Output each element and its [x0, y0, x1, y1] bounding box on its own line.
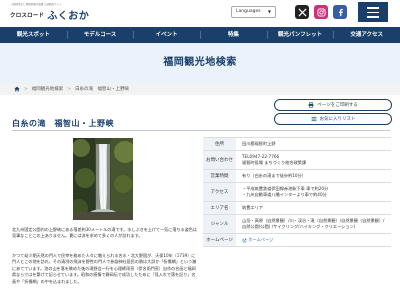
print-button-label: ページをご印刷する: [317, 103, 358, 108]
logo-brand-sub: クロスロード: [10, 12, 45, 19]
printer-icon: [308, 102, 314, 108]
info-row-address: 住所 田川郡福智町上野: [203, 138, 391, 151]
chevron-down-icon: ▼: [267, 9, 271, 14]
info-key: アクセス: [203, 183, 236, 201]
menu-icon-bar: [367, 16, 379, 18]
menu-icon: [367, 7, 379, 9]
info-row-genre: ジャンル 山岳・高原（自然景観）/川・渓谷・滝（自然景観）/自然景観（自然景観）…: [203, 215, 391, 234]
description-paragraph-1: 北九州国定公園内の上野峡にある落差約30メートルの滝です。水しぶきを上げて一気に…: [12, 227, 197, 239]
info-row-access: アクセス ・平成筑豊鉄道伊田線赤池駅下車 車で約20分 ・九州自動車道八幡インタ…: [203, 183, 391, 202]
site-header: 一般財団法人 福岡県観光連盟 公式観光サイト クロスロード ふくおか Langu…: [0, 0, 400, 24]
nav-item-model-course[interactable]: モデルコース: [66, 27, 134, 43]
breadcrumb-separator: >: [67, 86, 72, 92]
breadcrumb-item-search[interactable]: 福岡観光地検索: [32, 86, 64, 92]
info-value: 田川郡福智町上野: [242, 141, 276, 146]
info-key: お問い合わせ: [203, 151, 236, 169]
info-key: 住所: [203, 138, 236, 150]
nav-item-spots[interactable]: 観光スポット: [0, 27, 67, 43]
nav-item-events[interactable]: イベント: [133, 27, 200, 43]
info-key: エリア名: [203, 202, 236, 214]
x-social-button[interactable]: [295, 5, 309, 19]
list-icon: [311, 116, 316, 122]
banner-title: 福岡観光地検索: [163, 57, 237, 68]
waterfall-image: [73, 138, 133, 220]
external-link-icon: [242, 238, 247, 242]
homepage-link-label: ホームページ: [248, 237, 274, 242]
instagram-social-button[interactable]: [314, 5, 328, 19]
breadcrumb-item-current: 白糸の滝 福智山・上野峡: [75, 87, 130, 92]
x-logo-icon: [297, 7, 307, 17]
print-button[interactable]: ページをご印刷する: [274, 99, 392, 111]
title-divider: [12, 130, 390, 131]
page-title: 白糸の滝 福智山・上野峡: [12, 119, 114, 128]
spot-info-table: 住所 田川郡福智町上野 お問い合わせ TEL0947-22-7766 福智町役場…: [203, 137, 391, 247]
waterfall-photo: [73, 138, 133, 220]
description-paragraph-2: かつて幼少期天然の門人で民宰を務めた人々に敬えられる名水・北大野国が、天保10年…: [12, 253, 197, 284]
homepage-link[interactable]: ホームページ: [242, 237, 273, 242]
breadcrumb: > 福岡観光地検索 > 白糸の滝 福智山・上野峡: [0, 83, 400, 95]
language-label: Languages: [236, 9, 261, 14]
info-value: ・九州自動車道八幡インターより車で約40分: [242, 192, 327, 197]
info-value: 山岳・高原（自然景観）/川・渓谷・滝（自然景観）/自然景観（自然景観）/自然公園…: [242, 218, 385, 229]
facebook-icon: [338, 8, 343, 16]
favorites-list-button-label: お気に入りリスト: [319, 117, 356, 122]
info-value: 福智町役場 まちづくり総合政策課: [242, 160, 307, 165]
info-row-contact: お問い合わせ TEL0947-22-7766 福智町役場 まちづくり総合政策課: [203, 151, 391, 170]
logo-tagline: 一般財団法人 福岡県観光連盟 公式観光サイト: [10, 3, 62, 6]
info-row-hours: 営業時間 有り（白糸の滝まで徒歩約10分）: [203, 170, 391, 183]
logo-brand-main: ふくおか: [47, 11, 90, 22]
favorites-list-button[interactable]: お気に入りリスト: [274, 113, 392, 125]
main-nav: 観光スポット モデルコース イベント 特集 観光パンフレット 交通アクセス: [0, 27, 400, 43]
info-value: 有り（白糸の滝まで徒歩約10分）: [242, 173, 306, 178]
facebook-social-button[interactable]: [333, 5, 347, 19]
info-row-area: エリア名 筑豊エリア: [203, 202, 391, 215]
info-key: 営業時間: [203, 170, 236, 182]
nav-item-features[interactable]: 特集: [200, 27, 267, 43]
menu-icon-bar: [367, 11, 379, 13]
info-key: ホームページ: [203, 234, 236, 246]
site-logo[interactable]: 一般財団法人 福岡県観光連盟 公式観光サイト クロスロード ふくおか: [10, 3, 120, 22]
page-banner: 福岡観光地検索: [0, 43, 400, 83]
nav-item-access[interactable]: 交通アクセス: [333, 27, 400, 43]
home-icon[interactable]: [14, 86, 20, 92]
breadcrumb-separator: >: [24, 86, 28, 92]
info-value: 筑豊エリア: [242, 205, 263, 210]
language-select[interactable]: Languages ▼: [231, 6, 276, 18]
info-row-homepage: ホームページ ホームページ: [203, 234, 391, 247]
instagram-icon: [316, 7, 326, 17]
nav-item-pamphlets[interactable]: 観光パンフレット: [266, 27, 334, 43]
info-key: ジャンル: [203, 215, 236, 233]
menu-button[interactable]: [358, 2, 388, 22]
